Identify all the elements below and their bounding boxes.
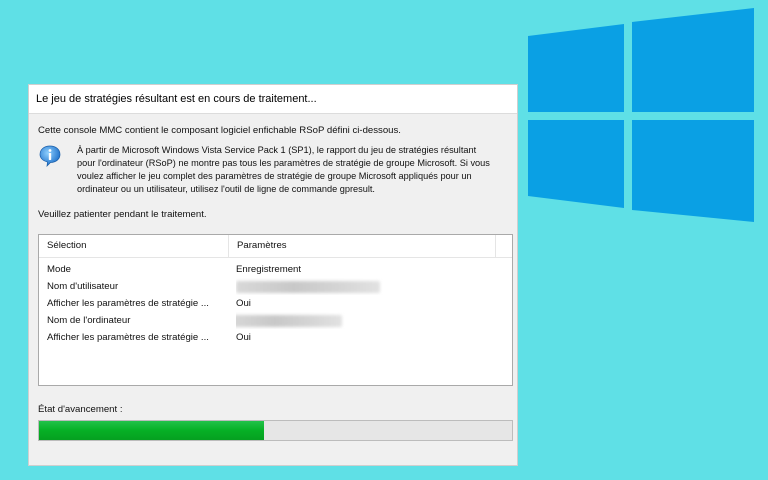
info-message: À partir de Microsoft Windows Vista Serv… (77, 145, 490, 194)
list-row[interactable]: Afficher les paramètres de stratégie ...… (39, 329, 512, 346)
wait-message: Veuillez patienter pendant le traitement… (38, 209, 207, 220)
list-rows: Mode Enregistrement Nom d'utilisateur Af… (39, 261, 512, 346)
row-value: Oui (236, 298, 251, 309)
rsop-settings-list[interactable]: Sélection Paramètres Mode Enregistrement… (38, 234, 513, 386)
row-value: Oui (236, 332, 251, 343)
list-row[interactable]: Nom d'utilisateur (39, 278, 512, 295)
row-selection: Afficher les paramètres de stratégie ... (47, 298, 209, 309)
redacted-username (236, 281, 380, 293)
row-value-redacted (236, 278, 496, 295)
row-selection: Nom de l'ordinateur (47, 315, 131, 326)
windows-logo (528, 8, 754, 222)
row-value-redacted (236, 312, 496, 329)
rsop-processing-dialog: Le jeu de stratégies résultant est en co… (28, 84, 518, 466)
row-value: Enregistrement (236, 264, 302, 275)
redacted-computer-name (236, 315, 342, 327)
column-header-selection[interactable]: Sélection (39, 235, 229, 257)
info-icon (39, 145, 61, 167)
row-selection: Mode (47, 264, 71, 275)
dialog-title: Le jeu de stratégies résultant est en co… (29, 85, 517, 114)
intro-text: Cette console MMC contient le composant … (38, 125, 401, 136)
row-selection: Afficher les paramètres de stratégie ... (47, 332, 209, 343)
list-row[interactable]: Mode Enregistrement (39, 261, 512, 278)
progress-fill (39, 421, 264, 440)
row-selection: Nom d'utilisateur (47, 281, 119, 292)
list-header: Sélection Paramètres (39, 235, 512, 258)
progress-label: État d'avancement : (38, 404, 123, 415)
column-header-parameters[interactable]: Paramètres (229, 235, 496, 257)
progress-bar (38, 420, 513, 441)
list-row[interactable]: Nom de l'ordinateur (39, 312, 512, 329)
list-row[interactable]: Afficher les paramètres de stratégie ...… (39, 295, 512, 312)
